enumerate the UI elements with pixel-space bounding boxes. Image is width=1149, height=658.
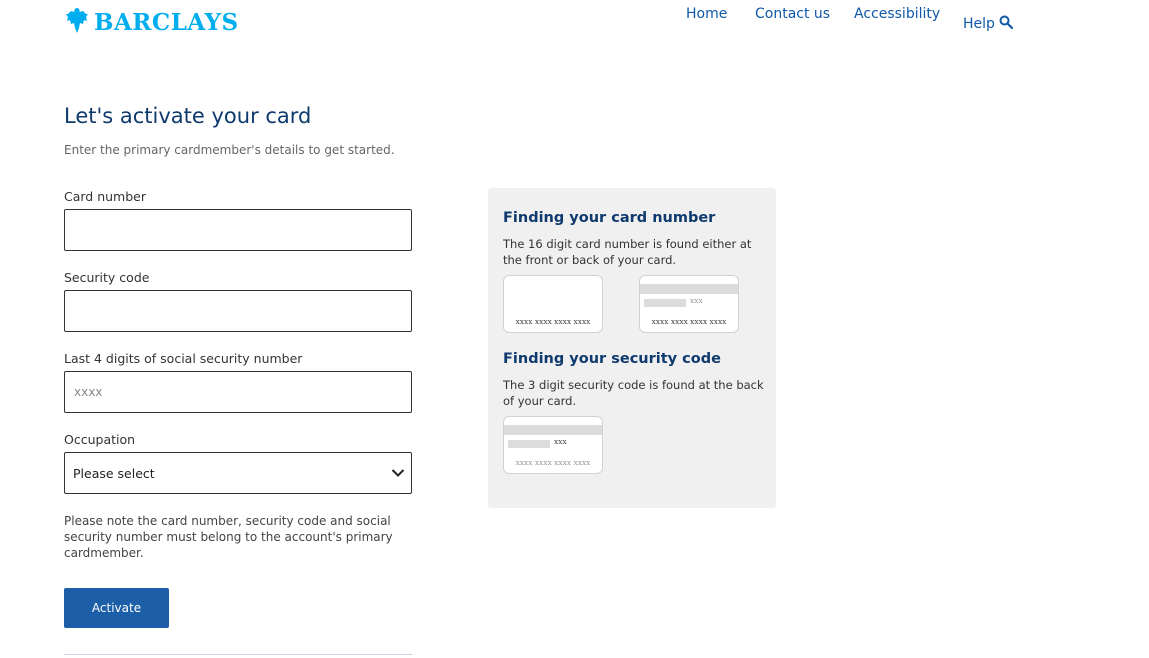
chevron-down-icon bbox=[391, 466, 405, 481]
page-title: Let's activate your card bbox=[64, 104, 312, 128]
card-number-label: Card number bbox=[64, 189, 147, 204]
card-number-field-wrapper bbox=[64, 209, 412, 251]
security-code-help-text: The 3 digit security code is found at th… bbox=[503, 378, 764, 408]
nav-contact-link[interactable]: Contact us bbox=[755, 6, 830, 22]
card-number-help-heading: Finding your card number bbox=[503, 210, 716, 226]
nav-accessibility-link[interactable]: Accessibility bbox=[854, 6, 940, 22]
account-note: Please note the card number, security co… bbox=[64, 514, 393, 560]
occupation-select[interactable]: Please select bbox=[64, 452, 412, 494]
card-back-illustration: xxx xxxx xxxx xxxx xxxx bbox=[639, 275, 739, 333]
card-number-mask: xxxx xxxx xxxx xxxx bbox=[515, 458, 591, 467]
card-number-mask: xxxx xxxx xxxx xxxx bbox=[651, 317, 727, 326]
help-panel: Finding your card number The 16 digit ca… bbox=[488, 188, 776, 508]
security-code-label: Security code bbox=[64, 270, 150, 285]
magnetic-stripe bbox=[504, 425, 602, 435]
occupation-selected-value: Please select bbox=[73, 465, 155, 481]
help-label: Help bbox=[963, 16, 995, 32]
card-number-mask: xxxx xxxx xxxx xxxx bbox=[515, 317, 591, 326]
search-icon bbox=[999, 15, 1014, 33]
security-code-help-heading: Finding your security code bbox=[503, 351, 721, 367]
card-security-illustration: xxx xxxx xxxx xxxx xxxx bbox=[503, 416, 603, 474]
security-code-mask: xxx bbox=[554, 437, 567, 446]
barclays-logo[interactable]: BARCLAYS bbox=[64, 6, 239, 38]
brand-name: BARCLAYS bbox=[94, 8, 239, 36]
page-subtitle: Enter the primary cardmember's details t… bbox=[64, 143, 395, 157]
ssn-label: Last 4 digits of social security number bbox=[64, 351, 303, 366]
signature-box bbox=[644, 299, 686, 307]
card-number-input[interactable] bbox=[65, 210, 411, 250]
security-code-field-wrapper bbox=[64, 290, 412, 332]
occupation-label: Occupation bbox=[64, 432, 136, 447]
eagle-icon bbox=[64, 6, 90, 38]
activate-button[interactable]: Activate bbox=[64, 588, 169, 628]
card-number-help-text: The 16 digit card number is found either… bbox=[503, 237, 752, 267]
signature-box bbox=[508, 440, 550, 448]
nav-help-link[interactable]: Help bbox=[963, 15, 1014, 33]
card-front-illustration: xxxx xxxx xxxx xxxx bbox=[503, 275, 603, 333]
divider bbox=[64, 654, 412, 655]
magnetic-stripe bbox=[640, 284, 738, 294]
security-code-input[interactable] bbox=[65, 291, 411, 331]
nav-home-link[interactable]: Home bbox=[686, 6, 727, 22]
ssn-last4-input[interactable] bbox=[65, 372, 411, 412]
security-code-mask: xxx bbox=[690, 296, 703, 305]
ssn-field-wrapper bbox=[64, 371, 412, 413]
